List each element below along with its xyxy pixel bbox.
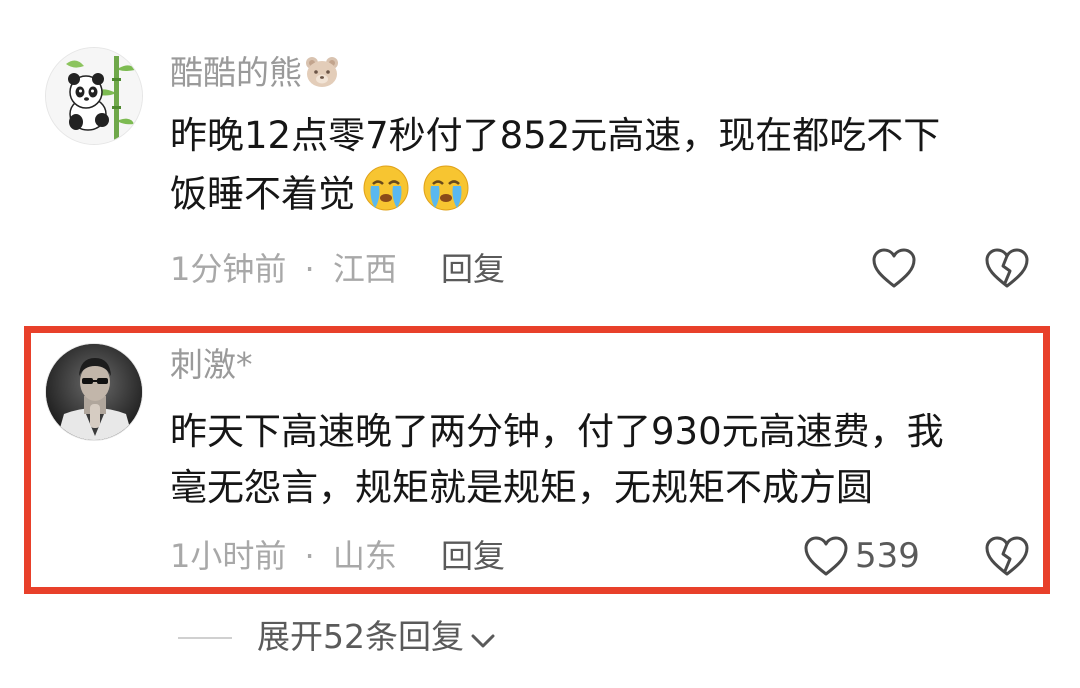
comment-text: 昨天下高速晚了两分钟，付了930元高速费，我 毫无怨言，规矩就是规矩，无规矩不成… [170,404,944,516]
location: 江西 [332,250,397,288]
location: 山东 [332,537,397,575]
expand-divider [178,637,232,639]
meta-dot: · [304,250,315,288]
comment-text-line: 毫无怨言，规矩就是规矩，无规矩不成方圆 [170,466,873,509]
comment-meta: 1分钟前 · 江西 [170,253,397,285]
reply-button[interactable]: 回复 [441,540,505,572]
reply-button[interactable]: 回复 [441,253,505,285]
comment-meta: 1小时前 · 山东 [170,540,397,572]
username[interactable]: 酷酷的熊 [170,55,340,94]
crying-face-icon [357,164,415,228]
dislike-button[interactable] [984,247,1030,293]
like-button[interactable] [803,535,849,581]
bear-face-icon [304,55,340,94]
comment-text-line: 昨晚12点零7秒付了852元高速，现在都吃不下 [170,114,941,157]
chevron-down-icon [470,622,496,655]
comment-text-line: 饭睡不着觉 [170,164,940,228]
timestamp: 1小时前 [170,537,287,575]
user-avatar[interactable] [45,343,143,441]
heart-icon [872,248,916,288]
panda-avatar-icon [46,48,142,144]
heart-icon [804,536,848,576]
dislike-button[interactable] [984,535,1030,581]
like-count: 539 [855,536,920,576]
comment-text: 昨晚12点零7秒付了852元高速，现在都吃不下 饭睡不着觉 [170,108,940,228]
like-button[interactable] [871,247,917,293]
comment-text-line: 昨天下高速晚了两分钟，付了930元高速费，我 [170,410,944,453]
timestamp: 1分钟前 [170,250,287,288]
user-avatar[interactable] [45,47,143,145]
broken-heart-icon [985,248,1029,288]
crying-face-icon [417,164,475,228]
expand-replies-button[interactable]: 展开52条回复 [257,620,496,655]
meta-dot: · [304,537,315,575]
man-portrait-avatar-icon [46,344,142,440]
broken-heart-icon [985,536,1029,576]
username[interactable]: 刺激* [170,348,253,381]
